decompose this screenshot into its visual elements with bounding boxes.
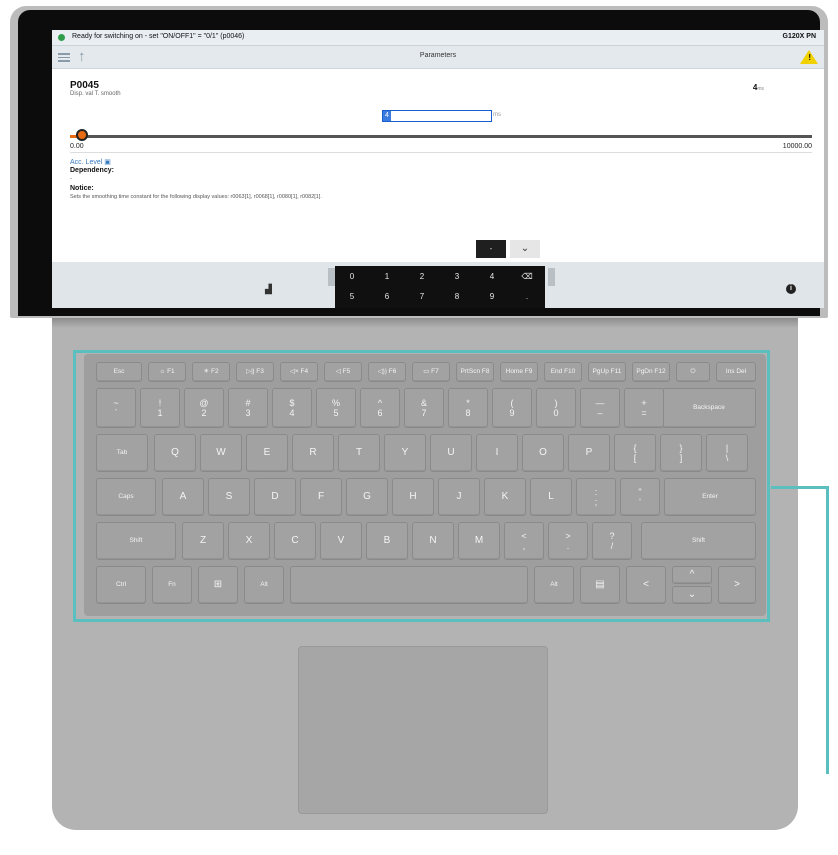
keypad-decimal-key[interactable]: . <box>512 287 542 307</box>
dependency-value: - <box>70 176 72 182</box>
status-ok-icon <box>58 34 65 41</box>
parameter-value: 4ms <box>753 83 764 92</box>
slider-handle[interactable] <box>76 129 88 141</box>
status-bar: Ready for switching on - set "ON/OFF1" =… <box>52 30 824 46</box>
keypad-key-0[interactable]: 0 <box>337 267 367 287</box>
page-title: Parameters <box>419 52 457 59</box>
info-box-icon[interactable]: ▣ <box>104 159 111 166</box>
keypad-key-2[interactable]: 2 <box>407 267 437 287</box>
screen-bezel: Ready for switching on - set "ON/OFF1" =… <box>18 10 824 316</box>
access-level: Acc. Level ▣ <box>70 158 111 166</box>
device-name: G120X PN <box>782 33 816 40</box>
keypad-scroll-right[interactable] <box>548 268 555 286</box>
slider-max: 10000.00 <box>782 143 812 150</box>
tray-icon[interactable]: ▟ <box>265 284 272 295</box>
access-level-label: Acc. Level <box>70 159 103 166</box>
status-text: Ready for switching on - set "ON/OFF1" =… <box>72 33 245 40</box>
keypad-key-8[interactable]: 8 <box>442 287 472 307</box>
keypad-key-4[interactable]: 4 <box>477 267 507 287</box>
keyboard-highlight <box>73 350 770 622</box>
slider-track[interactable] <box>70 135 812 138</box>
hinge <box>52 318 798 328</box>
callout-line <box>771 486 829 489</box>
keypad-key-7[interactable]: 7 <box>407 287 437 307</box>
value-input[interactable] <box>382 110 492 122</box>
keypad-minus-key[interactable]: - <box>476 240 506 258</box>
keypad-backspace-key[interactable]: ⌫ <box>512 267 542 287</box>
divider <box>70 152 812 153</box>
parameter-description: Disp. val T. smooth <box>70 91 121 97</box>
value-unit: ms <box>493 112 501 118</box>
callout-line-vertical <box>826 486 829 774</box>
screen: Ready for switching on - set "ON/OFF1" =… <box>52 30 824 308</box>
notice-heading: Notice: <box>70 185 94 192</box>
toolbar: ↑ Parameters ! <box>52 46 824 69</box>
keypad-collapse-key[interactable]: ⌄ <box>510 240 540 258</box>
notice-text: Sets the smoothing time constant for the… <box>70 194 322 200</box>
dependency-heading: Dependency: <box>70 167 114 174</box>
keypad-key-3[interactable]: 3 <box>442 267 472 287</box>
numeric-keypad: 0 1 2 3 4 ⌫ 5 6 7 8 9 . <box>335 266 545 308</box>
keypad-scroll-left[interactable] <box>328 268 335 286</box>
keypad-key-6[interactable]: 6 <box>372 287 402 307</box>
touchpad[interactable] <box>298 646 548 814</box>
keypad-key-9[interactable]: 9 <box>477 287 507 307</box>
info-icon[interactable]: i <box>786 284 796 294</box>
keypad-key-1[interactable]: 1 <box>372 267 402 287</box>
parameter-id: P0045 <box>70 80 99 91</box>
value-input-selection: 4 <box>383 111 391 121</box>
warning-mark: ! <box>808 53 811 62</box>
slider-min: 0.00 <box>70 143 84 150</box>
keypad-key-5[interactable]: 5 <box>337 287 367 307</box>
parameter-value-unit: ms <box>757 86 764 92</box>
